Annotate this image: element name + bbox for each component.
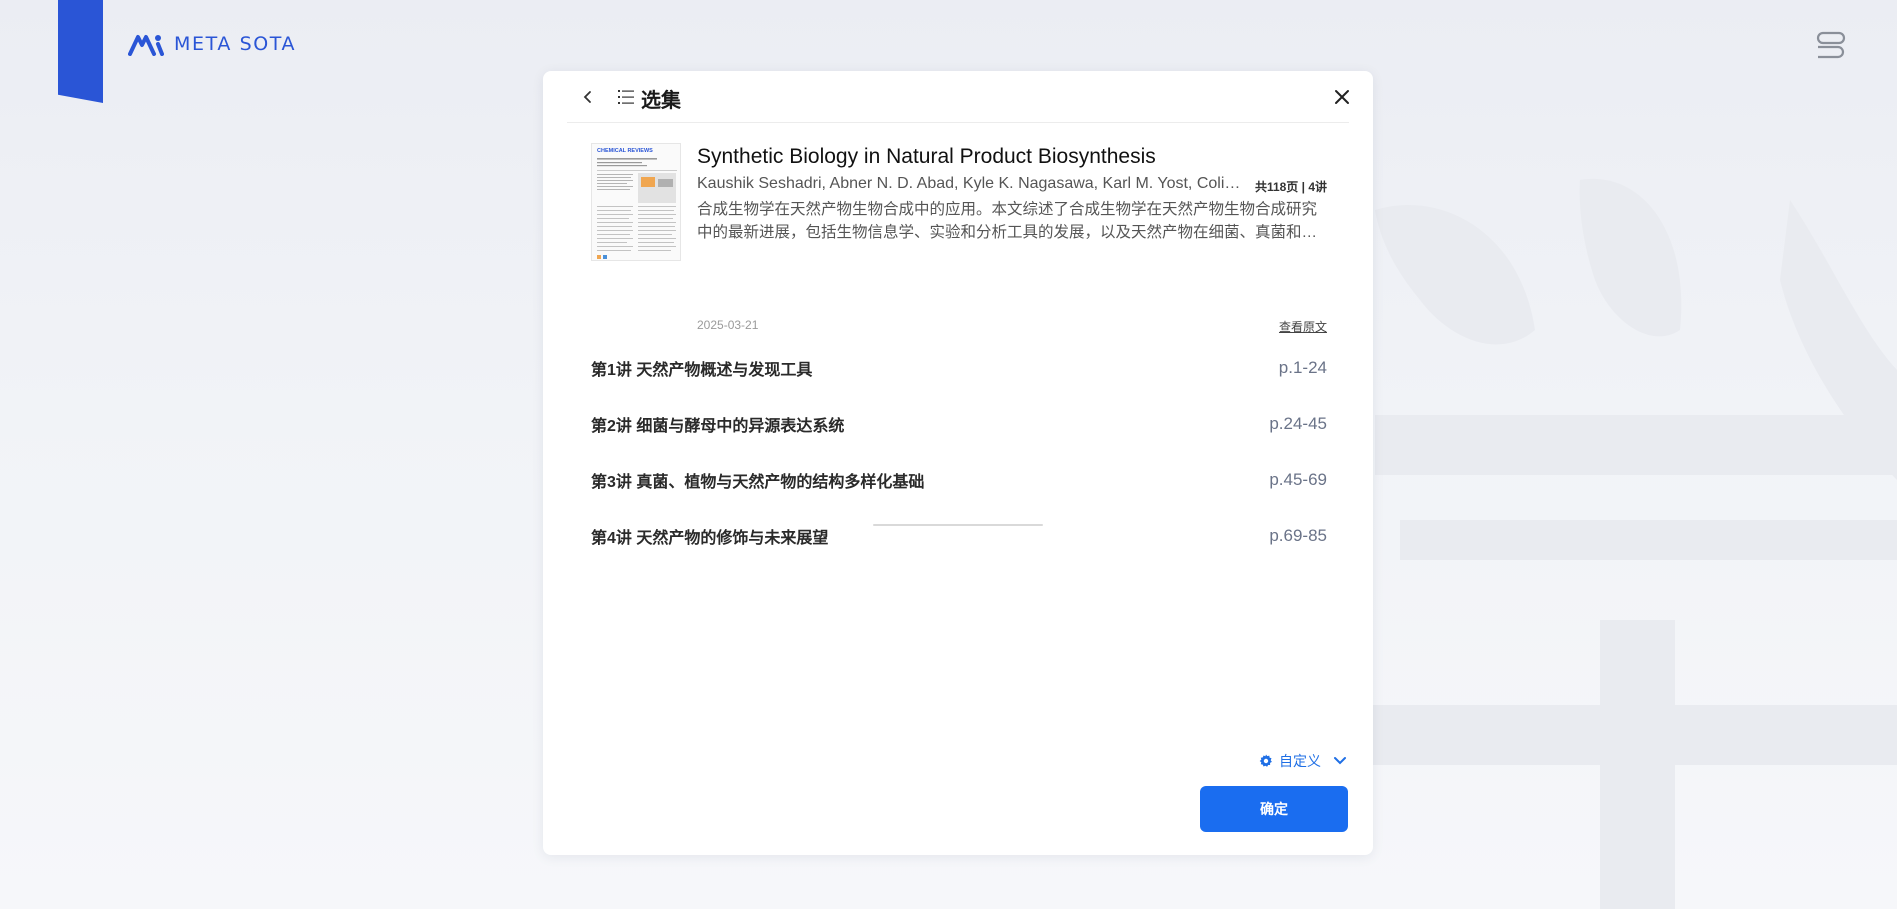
customize-label: 自定义: [1279, 753, 1321, 769]
paper-card: CHEMICAL REVIEWS Synthetic Biology in Na…: [591, 143, 1327, 334]
menu-icon: [1816, 31, 1846, 59]
brand-logo[interactable]: META SOTA: [128, 32, 296, 56]
lecture-pages: p.69-85: [1269, 526, 1327, 545]
confirm-button[interactable]: 确定: [1200, 786, 1348, 832]
lecture-title: 第4讲 天然产物的修饰与未来展望: [591, 530, 829, 547]
close-button[interactable]: [1331, 86, 1353, 108]
lecture-title: 第3讲 真菌、植物与天然产物的结构多样化基础: [591, 474, 925, 491]
lecture-item[interactable]: 第3讲 真菌、植物与天然产物的结构多样化基础 p.45-69: [591, 452, 1327, 508]
lecture-pages: p.24-45: [1269, 414, 1327, 433]
lecture-item[interactable]: 第1讲 天然产物概述与发现工具 p.1-24: [591, 340, 1327, 396]
lecture-pages: p.1-24: [1278, 358, 1327, 377]
paper-summary: 合成生物学在天然产物生物合成中的应用。本文综述了合成生物学在天然产物生物合成研究…: [697, 201, 1318, 241]
gear-icon: [1259, 754, 1272, 767]
lecture-pages: p.45-69: [1269, 470, 1327, 489]
menu-button[interactable]: [1815, 29, 1847, 61]
meta-sota-logo-icon: [128, 35, 164, 56]
lecture-title: 第1讲 天然产物概述与发现工具: [591, 362, 813, 379]
paper-date: 2025-03-21: [697, 318, 759, 332]
modal-header: 选集: [567, 71, 1349, 123]
close-icon: [1335, 90, 1349, 104]
paper-thumbnail-image: CHEMICAL REVIEWS: [597, 148, 677, 259]
brand-name: META SOTA: [174, 33, 297, 55]
paper-pages-count: 共118页 | 4讲: [1254, 180, 1327, 194]
customize-dropdown[interactable]: 自定义: [1259, 751, 1347, 771]
chevron-left-icon: [583, 91, 591, 103]
paper-thumbnail[interactable]: CHEMICAL REVIEWS: [591, 143, 681, 261]
lecture-item[interactable]: 第2讲 细菌与酵母中的异源表达系统 p.24-45: [591, 396, 1327, 452]
view-original-link[interactable]: 查看原文: [1279, 318, 1327, 335]
lecture-item[interactable]: 第4讲 天然产物的修饰与未来展望 p.69-85: [591, 508, 1327, 564]
paper-title[interactable]: Synthetic Biology in Natural Product Bio…: [697, 145, 1156, 169]
back-button[interactable]: [577, 86, 599, 108]
brand-flag: [58, 0, 103, 103]
lecture-title: 第2讲 细菌与酵母中的异源表达系统: [591, 418, 845, 435]
thumbnail-journal-name: CHEMICAL REVIEWS: [597, 148, 653, 154]
modal-title: 选集: [641, 90, 681, 112]
chevron-down-icon: [1334, 757, 1346, 765]
scroll-indicator[interactable]: [873, 524, 1043, 526]
paper-authors: Kaushik Seshadri, Abner N. D. Abad, Kyle…: [697, 175, 1242, 192]
lecture-list: 第1讲 天然产物概述与发现工具 p.1-24 第2讲 细菌与酵母中的异源表达系统…: [591, 357, 1327, 564]
episode-select-modal: 选集 CHEMICAL REVIEWS Synthetic Biology in…: [543, 71, 1373, 855]
list-icon: [618, 90, 634, 104]
